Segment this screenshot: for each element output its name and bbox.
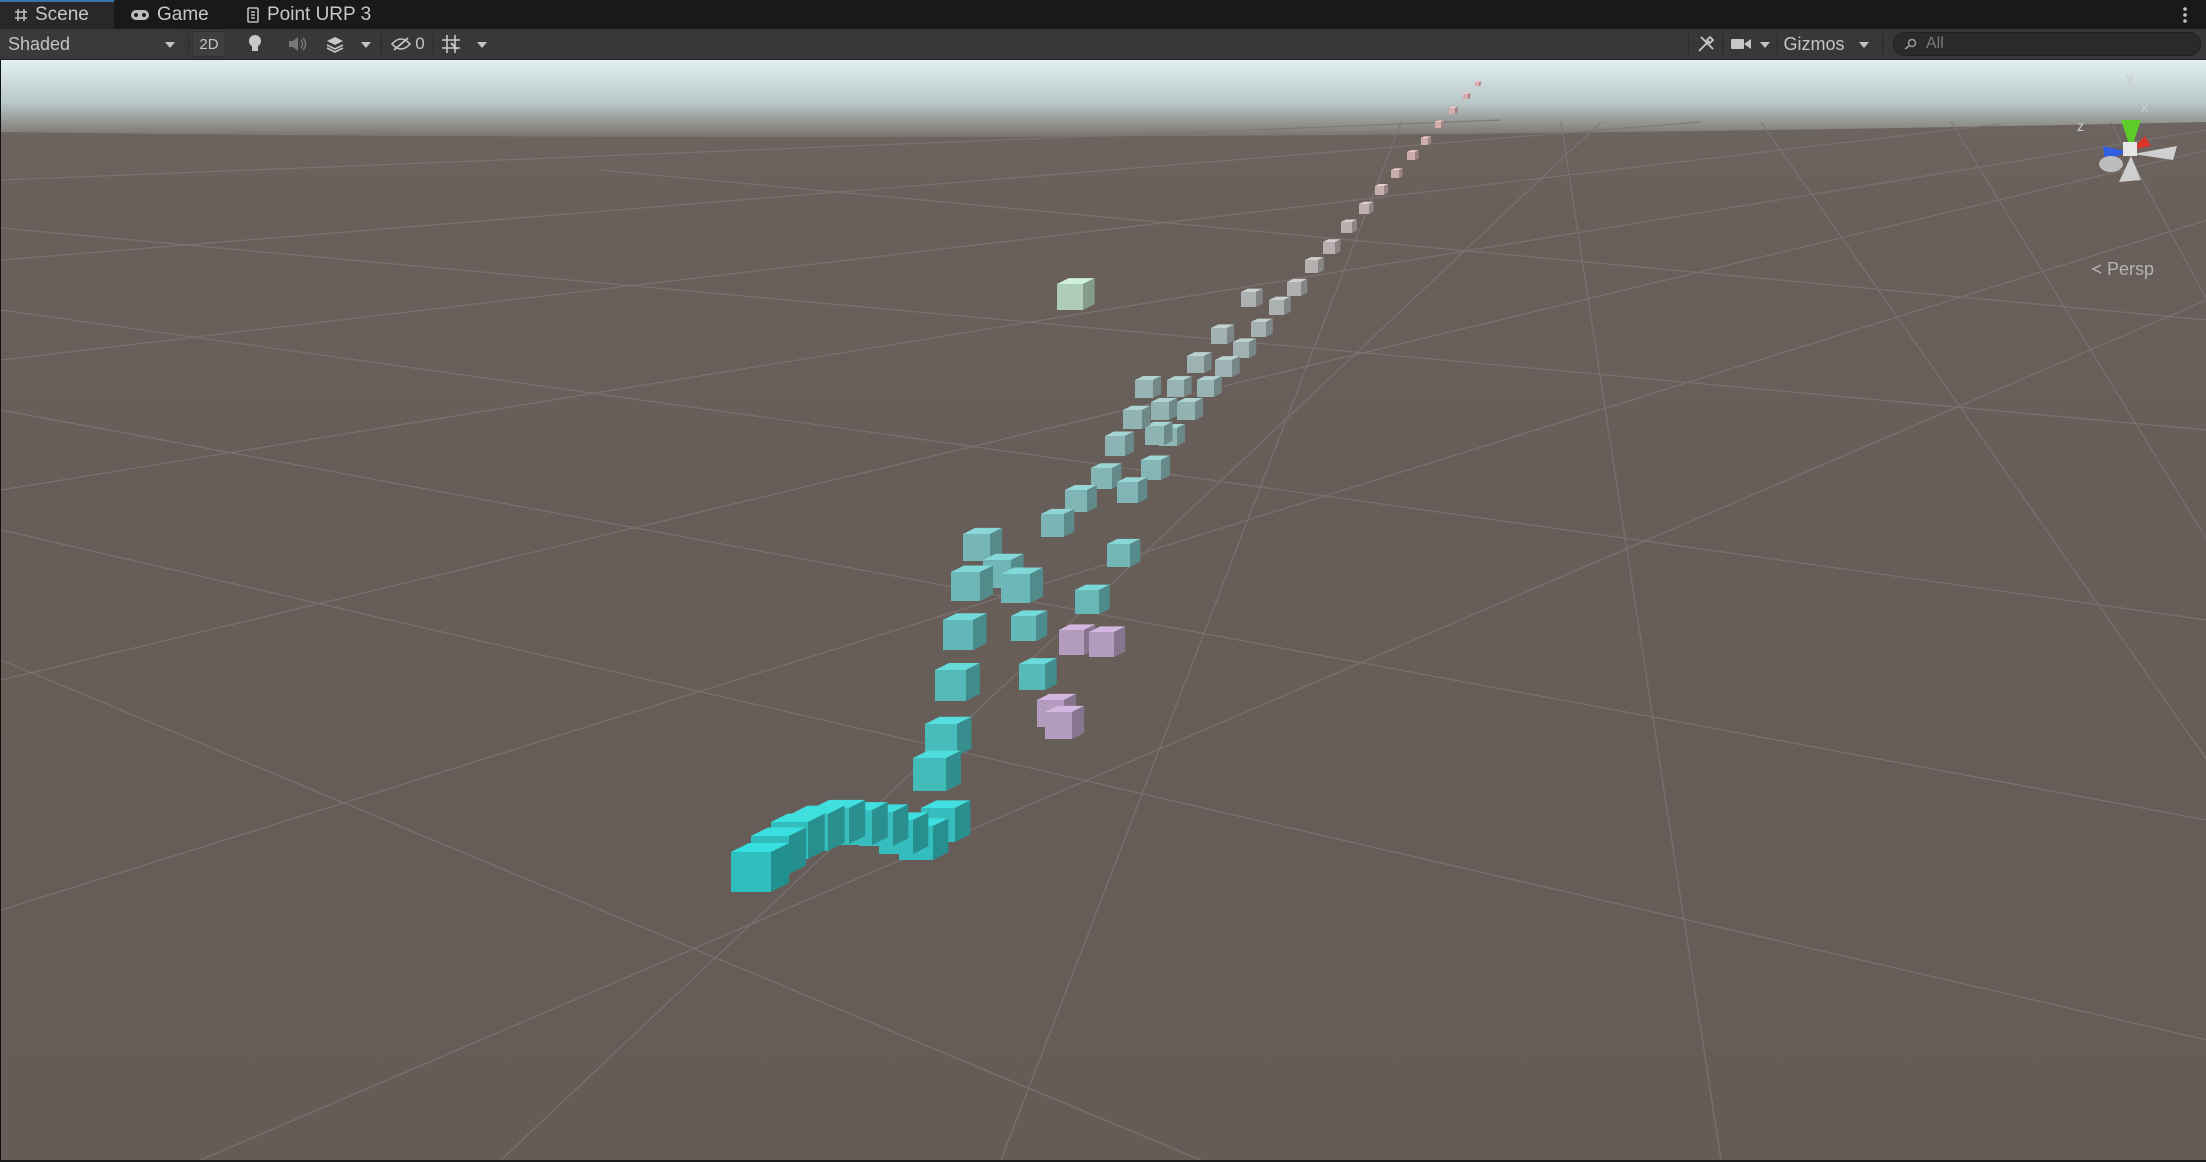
- point-cube: [1211, 324, 1235, 344]
- point-cube: [1435, 120, 1444, 128]
- point-cube: [1241, 288, 1263, 307]
- point-cube: [1449, 106, 1458, 114]
- tab-game-label: Game: [157, 3, 209, 25]
- point-cube: [1341, 219, 1357, 233]
- axis-x-label: x: [2141, 99, 2148, 115]
- point-cube: [1215, 356, 1240, 377]
- tab-scene-label: Scene: [35, 3, 89, 25]
- point-cube: [943, 613, 987, 650]
- point-cube: [925, 716, 972, 756]
- point-cube: [1187, 352, 1212, 373]
- grid-snap-dropdown[interactable]: [470, 31, 494, 57]
- point-cube: [1323, 239, 1341, 254]
- mode-2d-button[interactable]: 2D: [192, 31, 226, 57]
- point-cube: [1105, 431, 1134, 456]
- point-cube: [1107, 538, 1141, 567]
- point-cube: [1359, 201, 1374, 214]
- more-options-icon[interactable]: [2180, 4, 2190, 26]
- grid-icon: [15, 8, 27, 21]
- effects-dropdown[interactable]: [354, 31, 378, 57]
- point-cube: [1001, 567, 1044, 603]
- axis-z-label: z: [2077, 118, 2084, 134]
- projection-label: Persp: [2107, 259, 2155, 279]
- point-cube: [935, 663, 980, 701]
- point-cube: [1287, 278, 1308, 296]
- point-cube: [1117, 477, 1148, 503]
- chevron-down-icon: [164, 34, 176, 54]
- point-cube: [1075, 584, 1110, 614]
- camera-icon: [1731, 39, 1751, 49]
- draw-mode-dropdown[interactable]: Shaded: [2, 31, 182, 57]
- gizmos-dropdown[interactable]: [1852, 31, 1876, 57]
- grid-snap-icon: [442, 35, 460, 53]
- point-cube: [1151, 397, 1178, 420]
- tab-game[interactable]: Game: [130, 0, 209, 29]
- point-cube: [1167, 376, 1192, 397]
- gizmos-label: Gizmos: [1783, 33, 1845, 54]
- camera-dropdown[interactable]: [1756, 31, 1774, 57]
- point-cube: [731, 843, 789, 892]
- hidden-count: 0: [415, 34, 425, 53]
- point-cube: [1089, 626, 1126, 657]
- gizmos-toggle[interactable]: Gizmos: [1780, 31, 1848, 57]
- hidden-objects-toggle[interactable]: 0: [386, 31, 430, 57]
- point-cube: [1123, 405, 1151, 429]
- layers-icon: [326, 37, 344, 53]
- scene-toolbar: Shaded 2D 0 Gizmos All: [0, 29, 2206, 60]
- lightbulb-icon: [249, 35, 261, 51]
- point-cube: [1057, 278, 1095, 310]
- projection-toggle[interactable]: Persp: [2091, 259, 2154, 280]
- point-cube: [1177, 397, 1204, 420]
- tab-bar: Scene Game Point URP 3: [0, 0, 2206, 29]
- point-cube: [1475, 81, 1481, 86]
- draw-mode-label: Shaded: [8, 33, 71, 54]
- point-cube: [1269, 296, 1291, 315]
- point-cube: [951, 565, 994, 601]
- point-cube: [1463, 92, 1471, 99]
- tab-scene[interactable]: Scene: [0, 0, 114, 29]
- point-cube: [913, 750, 961, 791]
- point-cube: [1141, 455, 1170, 480]
- speaker-icon: [289, 37, 307, 51]
- search-icon: [1904, 38, 1917, 50]
- mode-2d-label: 2D: [199, 35, 219, 53]
- tools-icon: [1698, 35, 1715, 52]
- tab-point-urp-label: Point URP 3: [267, 3, 372, 25]
- chevron-down-icon: [360, 34, 372, 54]
- tab-point-urp[interactable]: Point URP 3: [246, 0, 371, 29]
- point-cube: [1011, 610, 1048, 641]
- eye-slash-icon: [391, 37, 412, 51]
- camera-button[interactable]: [1726, 31, 1756, 57]
- point-cube: [1041, 508, 1075, 537]
- scene-search-field[interactable]: [1893, 32, 2201, 56]
- scene-viewport[interactable]: y x z Persp: [0, 60, 2206, 1160]
- point-cube: [1407, 150, 1419, 160]
- gamepad-icon: [131, 9, 149, 20]
- point-cube: [1197, 376, 1222, 397]
- tools-button[interactable]: [1692, 31, 1720, 57]
- point-cube: [1251, 318, 1273, 337]
- point-cube: [1233, 338, 1257, 358]
- point-cube: [1305, 257, 1324, 273]
- point-cube: [1135, 375, 1162, 398]
- chevron-down-icon: [1858, 34, 1870, 54]
- document-icon: [247, 6, 259, 23]
- grid-snap-toggle[interactable]: [436, 31, 466, 57]
- chevron-down-icon: [1759, 34, 1771, 54]
- point-cube: [1019, 658, 1057, 690]
- lighting-toggle[interactable]: [240, 31, 270, 57]
- effects-toggle[interactable]: [320, 31, 350, 57]
- chevron-left-icon: [2091, 259, 2103, 280]
- audio-toggle[interactable]: [282, 31, 312, 57]
- point-cube: [1045, 705, 1085, 739]
- point-cube: [1375, 183, 1389, 195]
- point-cube: [1421, 136, 1432, 145]
- axis-y-label: y: [2126, 69, 2133, 85]
- point-cube: [1391, 168, 1403, 178]
- chevron-down-icon: [476, 34, 488, 54]
- point-cube: [1065, 485, 1097, 512]
- scene-render: y x z: [1, 60, 2206, 1160]
- scene-search-input[interactable]: [1926, 35, 2186, 53]
